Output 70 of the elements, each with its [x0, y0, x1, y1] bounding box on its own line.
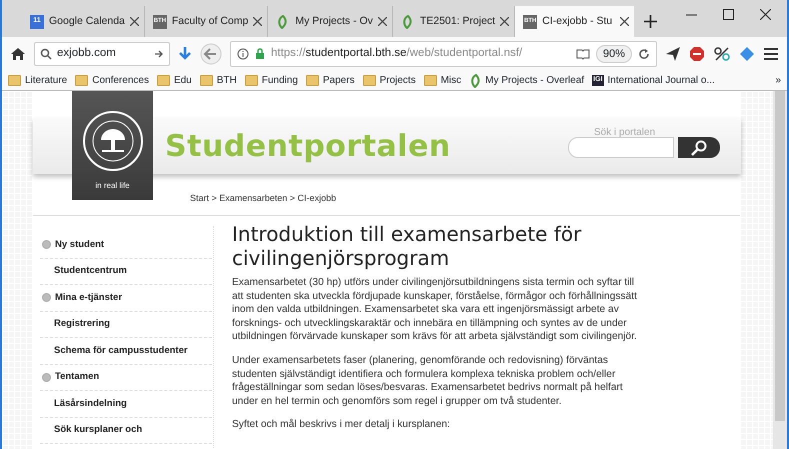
overflow-chevron[interactable]: » — [771, 73, 781, 88]
back-icon[interactable] — [200, 43, 222, 65]
search-icon — [40, 48, 52, 60]
info-icon — [237, 48, 249, 60]
search-input[interactable] — [568, 137, 674, 158]
folder-icon — [244, 75, 258, 86]
close-icon[interactable] — [500, 17, 510, 26]
page-heading: Introduktion till examensarbete för civilingenjörsprogram — [232, 222, 582, 270]
close-icon[interactable] — [378, 17, 387, 26]
zoom-level[interactable]: 90% — [596, 44, 632, 64]
sidebar-link[interactable]: Läsårsindelning — [40, 391, 212, 418]
bookmark[interactable]: Projects — [362, 73, 416, 88]
tab-title: My Projects - Ov — [295, 14, 373, 29]
sidebar-link[interactable]: Studentcentrum — [40, 258, 212, 285]
site-title: Studentportalen — [165, 128, 451, 166]
home-icon[interactable] — [10, 46, 26, 62]
stop-sign-icon[interactable] — [689, 46, 705, 62]
sidebar-link[interactable]: Schema för campusstudenter — [40, 338, 212, 364]
sidebar-link[interactable]: Sök kursplaner och — [40, 418, 212, 444]
leaf-icon — [469, 74, 482, 88]
url-text: https://studentportal.bth.se/web/studentportal.nsf/ — [271, 46, 524, 62]
arrow-icon — [154, 49, 164, 59]
bookmark[interactable]: Funding — [244, 73, 298, 88]
sidebar-heading[interactable]: Tentamen — [55, 370, 100, 384]
bookmark[interactable]: Literature — [8, 73, 68, 88]
search-button[interactable] — [678, 137, 720, 158]
close-icon[interactable] — [253, 17, 262, 26]
seal-drawing — [82, 110, 144, 172]
folder-icon — [200, 75, 213, 86]
sidebar-heading[interactable]: Mina e-tjänster — [55, 290, 122, 305]
maximize-icon[interactable] — [723, 9, 734, 20]
close-icon[interactable] — [620, 17, 630, 26]
search-label: Sök i portalen — [594, 126, 656, 140]
send-icon[interactable] — [665, 46, 681, 62]
sidebar-heading[interactable]: Ny student — [55, 238, 104, 252]
tab-title: CI-exjobb - Stu — [542, 14, 614, 29]
close-icon[interactable] — [760, 9, 771, 20]
address-bar[interactable]: https://studentportal.bth.se/web/studentportal.nsf/ 90% — [230, 41, 657, 67]
scrollbar[interactable] — [773, 91, 787, 449]
reader-icon[interactable] — [576, 48, 590, 60]
search-field[interactable]: exjobb.com — [34, 42, 170, 66]
tab-title: Google Calenda — [49, 14, 125, 29]
body-paragraph: Examensarbetet (30 hp) utförs under civilingenjörsutbildningens sista termin och syftar till att studenten ska utveckla fördjupade kunskaper, förståelse, förmågor och förhållningssätt inom den valda utbildningen. Examensarbetet ska vara ett ingenjörsmässigt arbete av forsknings- och utvecklingskaraktär och innebära en tillämpning och syntes av de under utbildningen förvärvade kunskaper som krävs för att arbeta självständigt som civilingenjör. — [232, 276, 637, 344]
bookmark[interactable]: My Projects - Overleaf — [469, 73, 584, 88]
menu-icon[interactable] — [763, 47, 779, 61]
bookmark[interactable]: Conferences — [75, 73, 149, 88]
breadcrumb-text: Start > Examensarbeten > CI-exjobb — [190, 192, 336, 205]
folder-icon — [156, 75, 170, 86]
new-tab-icon[interactable] — [644, 15, 658, 28]
body-paragraph: Under examensarbetets faser (planering, genomförande och redovisning) förväntas studenten självständigt identifiera och formulera komplexa tekniska problem och/eller frågeställningar som sedan löses/besvaras. Examensarbetet bedrivs normalt på helfart under en hel termin och genomförs som regel i grupper om två studenter. — [232, 354, 624, 408]
diamond-icon[interactable] — [739, 46, 755, 62]
search-icon — [690, 140, 708, 156]
download-icon[interactable] — [178, 46, 192, 62]
folder-icon — [8, 75, 21, 86]
bookmark[interactable]: Papers — [306, 73, 355, 88]
tab-title: Faculty of Comp — [172, 14, 248, 29]
bookmark[interactable]: Misc — [424, 73, 462, 88]
bookmark[interactable]: BTH — [200, 73, 237, 88]
folder-icon — [306, 75, 319, 86]
folder-icon — [362, 75, 376, 86]
close-icon[interactable] — [130, 17, 139, 26]
reload-icon[interactable] — [638, 48, 650, 60]
folder-icon — [424, 75, 437, 86]
sidebar-link[interactable]: Registrering — [40, 312, 212, 338]
tab-title: TE2501: Project — [420, 14, 496, 29]
lock-icon — [255, 48, 265, 60]
folder-icon — [75, 75, 88, 86]
bookmark[interactable]: Edu — [156, 73, 192, 88]
body-paragraph: Syftet och mål beskrivs i mer detalj i kursplanen: — [232, 418, 451, 432]
logo-tagline: in real life — [95, 180, 130, 192]
